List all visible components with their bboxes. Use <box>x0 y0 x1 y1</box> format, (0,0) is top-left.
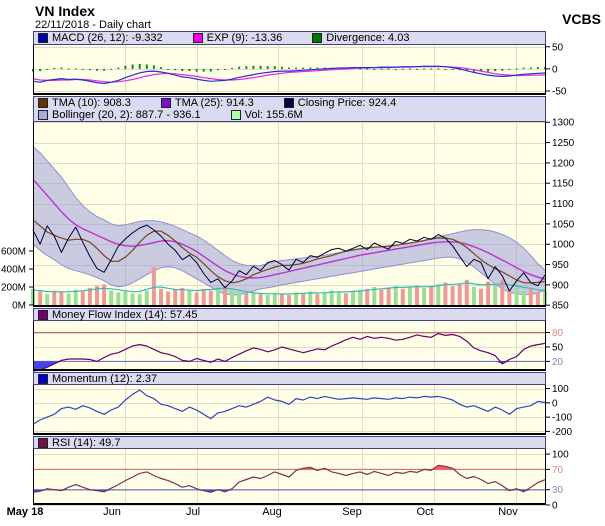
legend-label: Money Flow Index (14): 57.45 <box>52 309 198 321</box>
mfi-legend: Money Flow Index (14): 57.45 <box>33 308 546 321</box>
page-title: VN Index <box>35 3 95 19</box>
x-axis-label: Nov <box>498 506 518 518</box>
legend-label: Bollinger (20, 2): 887.7 - 936.1 <box>52 109 201 121</box>
svg-text:70: 70 <box>552 465 564 476</box>
svg-text:1100: 1100 <box>552 199 574 210</box>
macd-panel-chart: 50 0 -50 <box>0 45 605 96</box>
rsi-panel-chart: 10070300 <box>0 449 605 506</box>
rsi-legend: RSI (14): 49.7 <box>33 436 546 449</box>
vn-index-chart-window: VN Index 22/11/2018 - Daily chart VCBS M… <box>0 0 605 526</box>
svg-text:400M: 400M <box>1 265 26 276</box>
svg-text:-100: -100 <box>552 413 572 424</box>
legend-label: TMA (10): 908.3 <box>52 97 131 109</box>
svg-text:950: 950 <box>552 260 569 271</box>
x-axis-label: Sep <box>342 506 362 518</box>
legend-item: Momentum (12): 2.37 <box>38 373 157 385</box>
svg-text:850: 850 <box>552 301 569 312</box>
legend-label: TMA (25): 914.3 <box>175 97 254 109</box>
legend-swatch-icon <box>38 33 48 43</box>
legend-swatch-icon <box>284 98 294 108</box>
legend-swatch-icon <box>38 98 48 108</box>
svg-text:100: 100 <box>552 384 569 395</box>
legend-swatch-icon <box>38 374 48 384</box>
svg-text:1250: 1250 <box>552 138 575 149</box>
x-axis-label: May 18 <box>7 506 44 518</box>
svg-text:1200: 1200 <box>552 158 575 169</box>
legend-label: Divergence: 4.03 <box>326 32 409 44</box>
price-legend-row2: Bollinger (20, 2): 887.7 - 936.1 Vol: 155… <box>34 109 545 121</box>
macd-legend: MACD (26, 12): -9.332 EXP (9): -13.36 Dive… <box>33 31 546 45</box>
legend-item: Closing Price: 924.4 <box>284 97 396 109</box>
svg-text:0: 0 <box>552 64 558 75</box>
legend-item: Divergence: 4.03 <box>312 32 409 44</box>
svg-text:80: 80 <box>552 328 564 339</box>
legend-item: Vol: 155.6M <box>231 109 303 121</box>
price-panel-chart: 600M400M200M0M13001250120011501100105010… <box>0 122 605 308</box>
legend-swatch-icon <box>38 438 48 448</box>
momentum-legend: Momentum (12): 2.37 <box>33 372 546 385</box>
svg-text:50: 50 <box>552 42 564 53</box>
legend-item: Bollinger (20, 2): 887.7 - 936.1 <box>38 109 201 121</box>
svg-text:20: 20 <box>552 357 564 368</box>
legend-label: RSI (14): 49.7 <box>52 437 120 449</box>
svg-text:1150: 1150 <box>552 179 574 190</box>
brand-vcbs: VCBS <box>562 11 601 27</box>
legend-swatch-icon <box>312 33 322 43</box>
legend-item: TMA (25): 914.3 <box>161 97 254 109</box>
legend-item: RSI (14): 49.7 <box>38 437 120 449</box>
price-legend-row1: TMA (10): 908.3 TMA (25): 914.3 Closing Pr… <box>34 97 545 109</box>
svg-text:600M: 600M <box>1 247 26 258</box>
mfi-panel-chart: 80 50 20 <box>0 321 605 372</box>
svg-text:-50: -50 <box>552 87 567 98</box>
x-axis-label: Oct <box>416 506 433 518</box>
svg-text:1000: 1000 <box>552 240 575 251</box>
legend-swatch-icon <box>231 110 241 120</box>
legend-item: MACD (26, 12): -9.332 <box>38 32 163 44</box>
chart-date-subtitle: 22/11/2018 - Daily chart <box>35 19 151 31</box>
svg-text:1300: 1300 <box>552 118 575 129</box>
legend-item: Money Flow Index (14): 57.45 <box>38 309 198 321</box>
legend-swatch-icon <box>161 98 171 108</box>
svg-text:30: 30 <box>552 485 564 496</box>
legend-label: MACD (26, 12): -9.332 <box>52 32 163 44</box>
svg-text:200M: 200M <box>1 283 26 294</box>
svg-text:0: 0 <box>552 398 558 409</box>
legend-label: Momentum (12): 2.37 <box>52 373 157 385</box>
legend-label: Closing Price: 924.4 <box>298 97 396 109</box>
legend-swatch-icon <box>193 33 203 43</box>
x-axis-label: Jul <box>186 506 200 518</box>
svg-text:-200: -200 <box>552 427 572 438</box>
svg-text:900: 900 <box>552 280 569 291</box>
legend-item: EXP (9): -13.36 <box>193 32 283 44</box>
svg-text:1050: 1050 <box>552 219 575 230</box>
svg-text:50: 50 <box>552 343 564 354</box>
legend-swatch-icon <box>38 110 48 120</box>
svg-text:100: 100 <box>552 450 569 461</box>
momentum-panel-chart: 100 0 -100 -200 <box>0 385 605 436</box>
legend-item: TMA (10): 908.3 <box>38 97 131 109</box>
legend-label: Vol: 155.6M <box>245 109 303 121</box>
x-axis-label: Jun <box>103 506 121 518</box>
legend-label: EXP (9): -13.36 <box>207 32 283 44</box>
price-legend: TMA (10): 908.3 TMA (25): 914.3 Closing Pr… <box>33 96 546 122</box>
x-axis-label: Aug <box>262 506 282 518</box>
x-axis: May 18 Jun Jul Aug Sep Oct Nov <box>0 506 605 524</box>
legend-swatch-icon <box>38 310 48 320</box>
svg-text:0M: 0M <box>12 301 26 312</box>
